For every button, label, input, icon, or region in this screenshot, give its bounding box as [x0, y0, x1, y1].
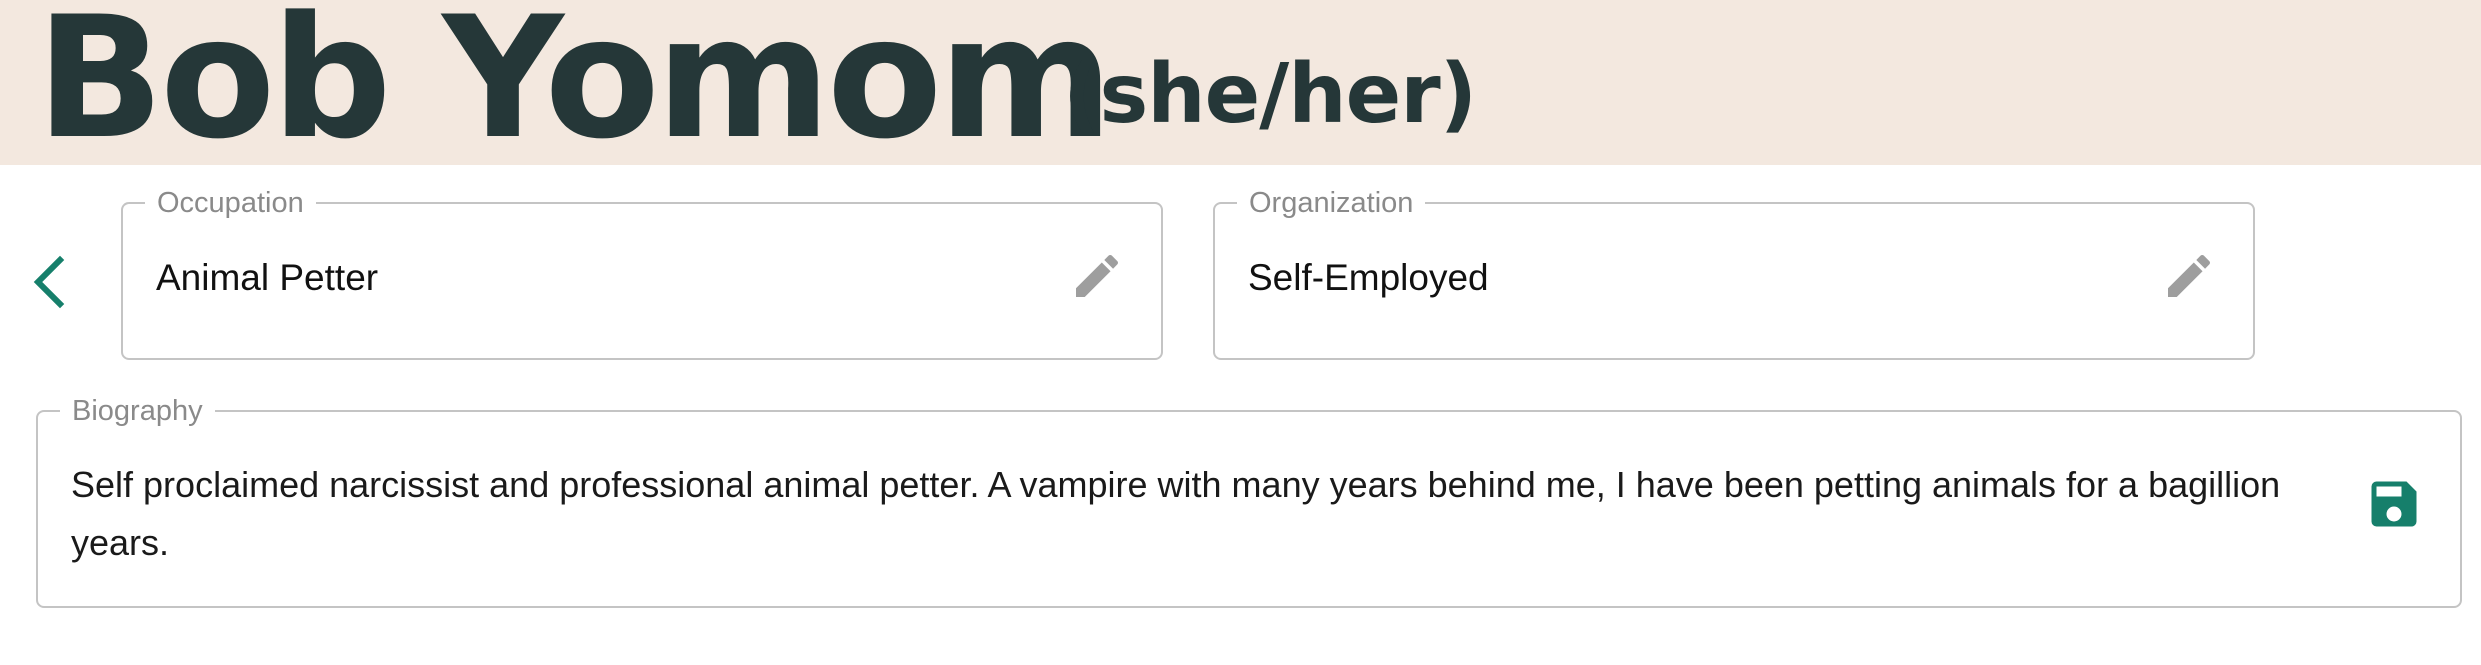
profile-name: Bob Yomom	[36, 0, 1113, 165]
biography-textarea[interactable]: Self proclaimed narcissist and professio…	[71, 456, 2351, 572]
organization-field[interactable]: Organization Self-Employed	[1213, 185, 2255, 360]
biography-label: Biography	[60, 393, 215, 429]
organization-value: Self-Employed	[1248, 257, 1489, 298]
pencil-icon	[2168, 254, 2211, 297]
biography-field[interactable]: Biography Self proclaimed narcissist and…	[36, 393, 2462, 608]
profile-pronouns: (she/her)	[1063, 47, 1477, 142]
floppy-disk-icon	[2371, 481, 2417, 527]
occupation-field[interactable]: Occupation Animal Petter	[121, 185, 1163, 360]
save-biography-button[interactable]	[2364, 474, 2424, 534]
edit-occupation-button[interactable]	[1069, 248, 1125, 304]
profile-header: Bob Yomom (she/her)	[0, 0, 2481, 165]
occupation-value: Animal Petter	[156, 257, 379, 298]
chevron-left-icon	[33, 255, 65, 309]
back-button[interactable]	[26, 252, 78, 312]
organization-label: Organization	[1237, 185, 1426, 221]
pencil-icon	[1076, 254, 1119, 297]
occupation-label: Occupation	[145, 185, 316, 221]
profile-page: Bob Yomom (she/her) Occupation Animal Pe…	[0, 0, 2481, 665]
edit-organization-button[interactable]	[2161, 248, 2217, 304]
